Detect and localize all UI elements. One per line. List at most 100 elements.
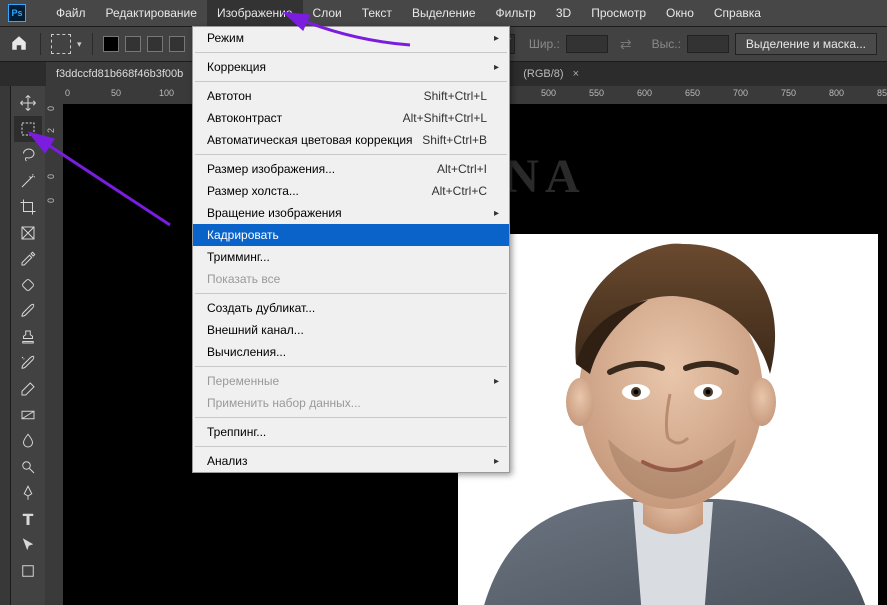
menu-separator bbox=[195, 81, 507, 82]
gradient-tool-icon[interactable] bbox=[14, 402, 42, 428]
menu-item[interactable]: Кадрировать bbox=[193, 224, 509, 246]
marquee-new-icon[interactable] bbox=[103, 36, 119, 52]
menu-select[interactable]: Выделение bbox=[402, 0, 486, 26]
menu-item[interactable]: Внешний канал... bbox=[193, 319, 509, 341]
separator bbox=[40, 33, 41, 55]
menu-item[interactable]: Режим bbox=[193, 27, 509, 49]
tool-preset-icon[interactable] bbox=[51, 34, 71, 54]
chevron-down-icon[interactable]: ▾ bbox=[77, 39, 82, 50]
menu-filter[interactable]: Фильтр bbox=[486, 0, 546, 26]
ruler-tick: 550 bbox=[589, 88, 604, 98]
brush-tool-icon[interactable] bbox=[14, 298, 42, 324]
menu-separator bbox=[195, 293, 507, 294]
menu-item-label: Автоматическая цветовая коррекция bbox=[207, 133, 413, 147]
menu-separator bbox=[195, 446, 507, 447]
dodge-tool-icon[interactable] bbox=[14, 454, 42, 480]
menu-item[interactable]: Размер изображения... Alt+Ctrl+I bbox=[193, 158, 509, 180]
ruler-tick: 0 bbox=[46, 106, 56, 111]
menu-item[interactable]: Автотон Shift+Ctrl+L bbox=[193, 85, 509, 107]
menu-3d[interactable]: 3D bbox=[546, 0, 581, 26]
menu-item: Показать все bbox=[193, 268, 509, 290]
ruler-tick: 600 bbox=[637, 88, 652, 98]
select-and-mask-button[interactable]: Выделение и маска... bbox=[735, 33, 877, 55]
move-tool-icon[interactable] bbox=[14, 90, 42, 116]
ruler-tick: 50 bbox=[111, 88, 121, 98]
menu-item[interactable]: Вращение изображения bbox=[193, 202, 509, 224]
menu-item-label: Размер изображения... bbox=[207, 162, 335, 176]
menu-item[interactable]: АвтоконтрастAlt+Shift+Ctrl+L bbox=[193, 107, 509, 129]
menu-separator bbox=[195, 154, 507, 155]
menu-separator bbox=[195, 52, 507, 53]
ruler-tick: 700 bbox=[733, 88, 748, 98]
ruler-vertical: 0 2 0 0 bbox=[45, 104, 63, 605]
path-select-tool-icon[interactable] bbox=[14, 532, 42, 558]
home-icon[interactable] bbox=[10, 34, 30, 54]
menu-edit[interactable]: Редактирование bbox=[96, 0, 207, 26]
document-mode-label: (RGB/8) bbox=[523, 68, 563, 80]
menu-item-label: Показать все bbox=[207, 272, 280, 286]
menu-item[interactable]: Автоматическая цветовая коррекцияShift+C… bbox=[193, 129, 509, 151]
menubar: Ps Файл Редактирование Изображение Слои … bbox=[0, 0, 887, 26]
document-tab-info[interactable]: (RGB/8) × bbox=[513, 62, 589, 86]
menu-image[interactable]: Изображение bbox=[207, 0, 303, 26]
document-tab[interactable]: f3ddccfd81b668f46b3f00b bbox=[46, 62, 193, 86]
separator bbox=[92, 33, 93, 55]
app-logo-icon: Ps bbox=[8, 4, 26, 22]
toolbar bbox=[11, 86, 45, 605]
ruler-tick: 0 bbox=[46, 174, 56, 179]
marquee-intersect-icon[interactable] bbox=[169, 36, 185, 52]
marquee-subtract-icon[interactable] bbox=[147, 36, 163, 52]
menu-item-label: Применить набор данных... bbox=[207, 396, 361, 410]
menu-item[interactable]: Создать дубликат... bbox=[193, 297, 509, 319]
ruler-tick: 750 bbox=[781, 88, 796, 98]
menu-layers[interactable]: Слои bbox=[303, 0, 352, 26]
menu-item[interactable]: Коррекция bbox=[193, 56, 509, 78]
menu-text[interactable]: Текст bbox=[352, 0, 402, 26]
heal-tool-icon[interactable] bbox=[14, 272, 42, 298]
menu-item-label: Размер холста... bbox=[207, 184, 299, 198]
menu-item[interactable]: Вычисления... bbox=[193, 341, 509, 363]
ruler-tick: 0 bbox=[46, 198, 56, 203]
frame-tool-icon[interactable] bbox=[14, 220, 42, 246]
lasso-tool-icon[interactable] bbox=[14, 142, 42, 168]
ruler-tick: 800 bbox=[829, 88, 844, 98]
menu-view[interactable]: Просмотр bbox=[581, 0, 656, 26]
marquee-tool-icon[interactable] bbox=[14, 116, 42, 142]
eraser-tool-icon[interactable] bbox=[14, 376, 42, 402]
blur-tool-icon[interactable] bbox=[14, 428, 42, 454]
menu-file[interactable]: Файл bbox=[46, 0, 96, 26]
menu-item-label: Автотон bbox=[207, 89, 252, 103]
image-menu-dropdown: Режим Коррекция Автотон Shift+Ctrl+L Автокон… bbox=[192, 26, 510, 473]
menu-item-label: Внешний канал... bbox=[207, 323, 304, 337]
menu-item-shortcut: Shift+Ctrl+L bbox=[424, 89, 487, 103]
menu-item-label: Автоконтраст bbox=[207, 111, 282, 125]
menu-window[interactable]: Окно bbox=[656, 0, 704, 26]
menu-item[interactable]: Анализ bbox=[193, 450, 509, 472]
menu-item-label: Кадрировать bbox=[207, 228, 279, 242]
menu-item[interactable]: Тримминг... bbox=[193, 246, 509, 268]
ruler-corner bbox=[45, 86, 63, 104]
menu-item-shortcut: Alt+Ctrl+C bbox=[432, 184, 487, 198]
close-tab-icon[interactable]: × bbox=[573, 68, 579, 80]
eyedropper-tool-icon[interactable] bbox=[14, 246, 42, 272]
type-tool-icon[interactable] bbox=[14, 506, 42, 532]
marquee-add-icon[interactable] bbox=[125, 36, 141, 52]
height-input[interactable] bbox=[687, 35, 729, 53]
swap-icon[interactable]: ⇄ bbox=[620, 36, 632, 53]
wand-tool-icon[interactable] bbox=[14, 168, 42, 194]
menu-item-shortcut: Alt+Ctrl+I bbox=[437, 162, 487, 176]
ruler-tick: 100 bbox=[159, 88, 174, 98]
shape-tool-icon[interactable] bbox=[14, 558, 42, 584]
menu-item: Переменные bbox=[193, 370, 509, 392]
stamp-tool-icon[interactable] bbox=[14, 324, 42, 350]
ruler-tick: 0 bbox=[65, 88, 70, 98]
menu-item[interactable]: Треппинг... bbox=[193, 421, 509, 443]
pen-tool-icon[interactable] bbox=[14, 480, 42, 506]
menu-item[interactable]: Размер холста... Alt+Ctrl+C bbox=[193, 180, 509, 202]
history-brush-tool-icon[interactable] bbox=[14, 350, 42, 376]
menu-item-label: Создать дубликат... bbox=[207, 301, 315, 315]
crop-tool-icon[interactable] bbox=[14, 194, 42, 220]
menu-help[interactable]: Справка bbox=[704, 0, 771, 26]
panel-collapse-strip[interactable] bbox=[0, 86, 11, 605]
width-input[interactable] bbox=[566, 35, 608, 53]
